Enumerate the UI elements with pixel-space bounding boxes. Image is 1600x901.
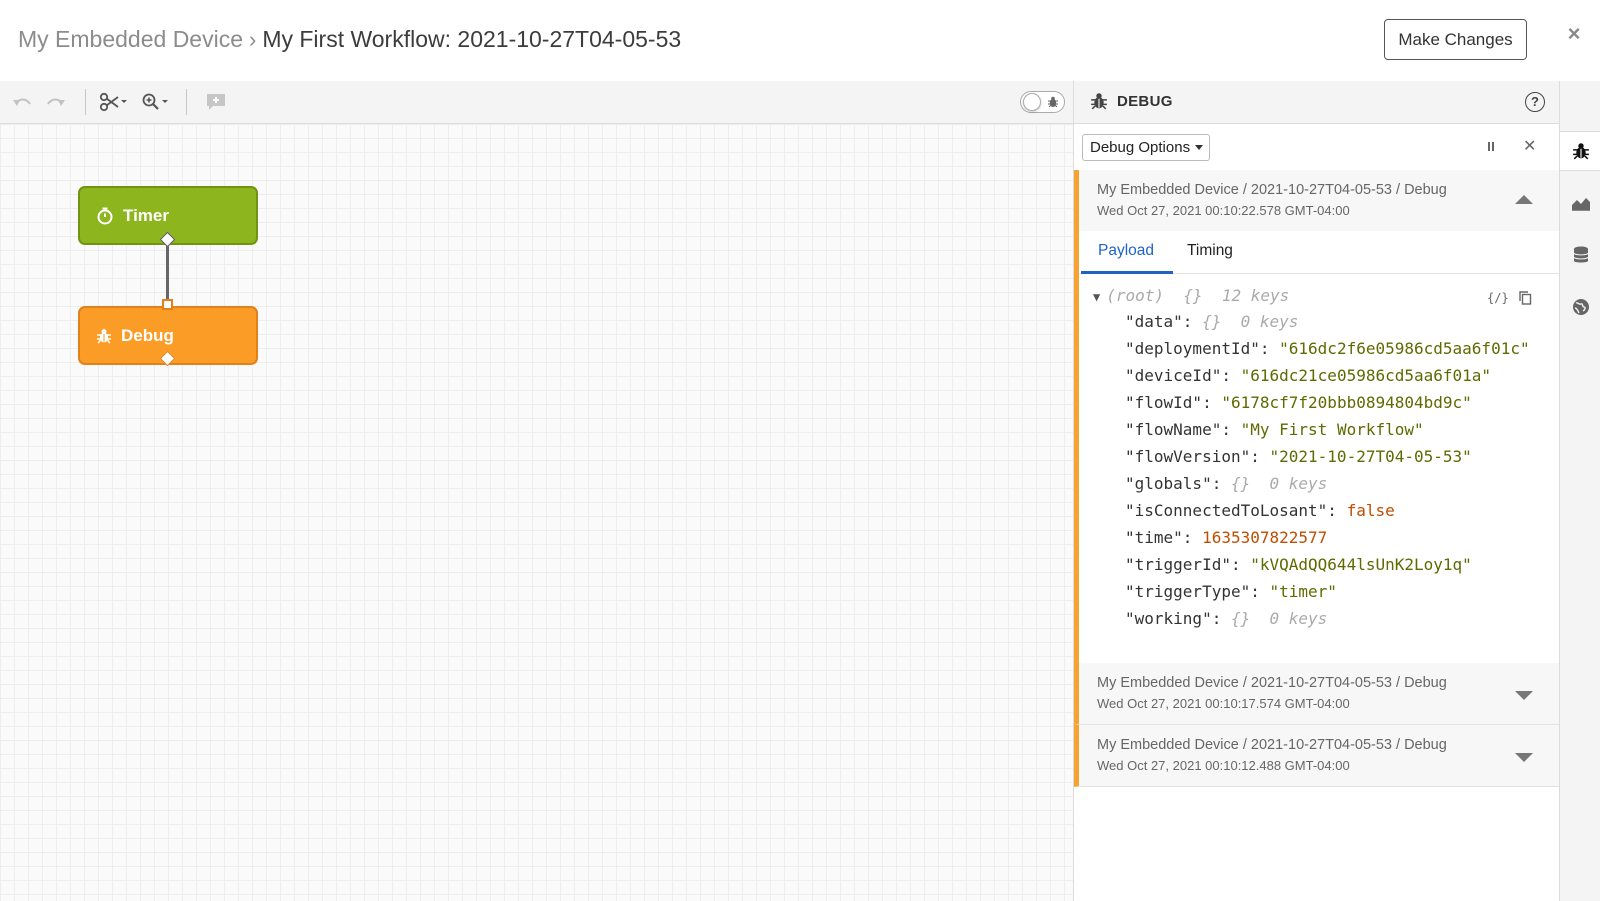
- json-row: "flowId": "6178cf7f20bbb0894804bd9c": [1125, 393, 1472, 412]
- database-icon: [1573, 246, 1588, 263]
- active-tab-indicator: [1081, 271, 1173, 274]
- json-root-row[interactable]: ▼ (root) {} 12 keys: [1093, 286, 1289, 305]
- chevron-down-icon[interactable]: [1515, 691, 1533, 700]
- comment-icon[interactable]: [204, 91, 228, 113]
- debug-message-header[interactable]: My Embedded Device / 2021-10-27T04-05-53…: [1079, 170, 1560, 231]
- node-label: Timer: [123, 205, 169, 225]
- debug-panel-title: DEBUG: [1117, 93, 1173, 110]
- node-connector: [166, 244, 169, 304]
- bug-icon: [97, 328, 111, 343]
- rail-debug-button[interactable]: [1560, 131, 1600, 171]
- debug-options-bar: Debug Options ✕: [1074, 124, 1560, 170]
- pause-icon[interactable]: [1488, 142, 1494, 151]
- right-rail: [1559, 81, 1600, 901]
- json-row: "isConnectedToLosant": false: [1125, 501, 1395, 520]
- json-root-label: (root): [1106, 286, 1165, 305]
- copy-icon[interactable]: [1518, 291, 1532, 308]
- debug-panel: DEBUG ? Debug Options ✕ My Embedded Devi…: [1073, 81, 1560, 901]
- json-row: "deploymentId": "616dc2f6e05986cd5aa6f01…: [1125, 339, 1530, 358]
- rail-chart-button[interactable]: [1560, 183, 1600, 223]
- page-title: My First Workflow: 2021-10-27T04-05-53: [262, 26, 682, 52]
- json-row: "globals": {} 0 keys: [1125, 474, 1328, 493]
- chevron-down-icon: [1195, 145, 1204, 150]
- json-row: "working": {} 0 keys: [1125, 609, 1328, 628]
- toolbar-divider: [85, 89, 86, 115]
- json-row: "deviceId": "616dc21ce05986cd5aa6f01a": [1125, 366, 1492, 385]
- debug-message-time: Wed Oct 27, 2021 00:10:12.488 GMT-04:00: [1097, 758, 1350, 773]
- help-icon[interactable]: ?: [1525, 92, 1545, 112]
- toggle-knob: [1023, 93, 1041, 111]
- close-icon[interactable]: ×: [1562, 22, 1586, 46]
- debug-message-path: My Embedded Device / 2021-10-27T04-05-53…: [1097, 675, 1447, 691]
- toolbar-divider: [186, 89, 187, 115]
- json-row: "flowName": "My First Workflow": [1125, 420, 1424, 439]
- debug-message-path: My Embedded Device / 2021-10-27T04-05-53…: [1097, 182, 1447, 198]
- chevron-up-icon[interactable]: [1515, 195, 1533, 204]
- json-row: "flowVersion": "2021-10-27T04-05-53": [1125, 447, 1472, 466]
- bug-icon: [1047, 95, 1059, 113]
- chevron-down-icon[interactable]: [1515, 753, 1533, 762]
- undo-icon[interactable]: [10, 91, 34, 113]
- scissors-icon[interactable]: [99, 91, 131, 113]
- bug-icon: [1090, 92, 1108, 115]
- workflow-toolbar: [0, 81, 1073, 124]
- tab-payload[interactable]: Payload: [1098, 242, 1154, 260]
- debug-message-time: Wed Oct 27, 2021 00:10:17.574 GMT-04:00: [1097, 696, 1350, 711]
- bug-icon: [1572, 143, 1589, 160]
- debug-options-dropdown[interactable]: Debug Options: [1082, 134, 1210, 161]
- collapse-triangle-icon[interactable]: ▼: [1093, 290, 1100, 304]
- breadcrumb-device-link[interactable]: My Embedded Device: [18, 26, 243, 52]
- rail-database-button[interactable]: [1560, 235, 1600, 275]
- debug-message-time: Wed Oct 27, 2021 00:10:22.578 GMT-04:00: [1097, 203, 1350, 218]
- zoom-icon[interactable]: [141, 91, 173, 113]
- make-changes-button[interactable]: Make Changes: [1384, 19, 1527, 60]
- json-tools: {/}: [1487, 291, 1532, 308]
- rail-globe-button[interactable]: [1560, 287, 1600, 327]
- debug-options-label: Debug Options: [1090, 139, 1191, 156]
- debug-message-tabs: Payload Timing: [1079, 231, 1560, 274]
- code-view-icon[interactable]: {/}: [1487, 291, 1509, 308]
- breadcrumb-separator: ›: [249, 27, 257, 52]
- redo-icon[interactable]: [44, 91, 68, 113]
- debug-message[interactable]: My Embedded Device / 2021-10-27T04-05-53…: [1074, 663, 1560, 725]
- debug-panel-header: DEBUG ?: [1074, 81, 1560, 124]
- json-row: "triggerType": "timer": [1125, 582, 1337, 601]
- json-row: "triggerId": "kVQAdQQ644lsUnK2Loy1q": [1125, 555, 1472, 574]
- debug-message-path: My Embedded Device / 2021-10-27T04-05-53…: [1097, 737, 1447, 753]
- debug-message[interactable]: My Embedded Device / 2021-10-27T04-05-53…: [1074, 725, 1560, 787]
- tab-timing[interactable]: Timing: [1187, 242, 1233, 260]
- page-header: My Embedded Device › My First Workflow: 20…: [0, 0, 1600, 80]
- breadcrumb: My Embedded Device › My First Workflow: 20…: [18, 24, 681, 55]
- json-row: "time": 1635307822577: [1125, 528, 1328, 547]
- debug-message: My Embedded Device / 2021-10-27T04-05-53…: [1074, 170, 1560, 738]
- chart-icon: [1571, 198, 1590, 211]
- json-root-braces: {}: [1183, 286, 1203, 305]
- workflow-canvas[interactable]: Timer Debug: [0, 124, 1073, 901]
- node-label: Debug: [121, 325, 174, 345]
- timer-icon: [97, 207, 113, 224]
- globe-icon: [1572, 299, 1589, 315]
- json-root-count: 12 keys: [1221, 286, 1290, 305]
- debug-input-port[interactable]: [162, 299, 173, 310]
- debug-toggle[interactable]: [1020, 91, 1065, 113]
- clear-icon[interactable]: ✕: [1523, 136, 1536, 156]
- json-row: "data": {} 0 keys: [1125, 312, 1299, 331]
